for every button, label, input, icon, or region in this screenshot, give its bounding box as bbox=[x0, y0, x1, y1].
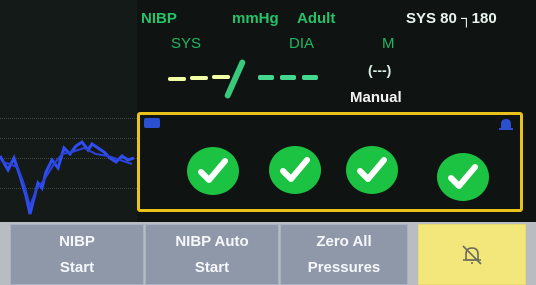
check-4 bbox=[437, 153, 489, 201]
alarm-silenced-icon bbox=[462, 244, 482, 265]
patient-type-label: Adult bbox=[297, 10, 336, 27]
nibp-start-button[interactable]: NIBP Start bbox=[10, 224, 144, 285]
alarm-bell-icon bbox=[499, 119, 513, 130]
dia-dash bbox=[280, 75, 296, 80]
checkmark-icon bbox=[357, 157, 387, 182]
zero-all-pressures-button[interactable]: Zero All Pressures bbox=[280, 224, 408, 285]
check-3 bbox=[346, 146, 398, 194]
grid-line bbox=[0, 118, 137, 119]
mean-label: M bbox=[382, 35, 395, 52]
check-1 bbox=[187, 147, 239, 195]
nibp-start-label-line2: Start bbox=[59, 258, 95, 276]
alarm-limits-label: SYS 80 ┐180 bbox=[406, 10, 497, 27]
sys-label: SYS bbox=[171, 35, 202, 52]
measurement-mode: Manual bbox=[350, 89, 402, 106]
nibp-auto-label-line2: Start bbox=[194, 258, 230, 276]
unit-label: mmHg bbox=[232, 10, 279, 27]
checkmark-icon bbox=[448, 164, 478, 189]
nibp-auto-label-line1: NIBP Auto bbox=[175, 232, 249, 250]
nibp-label: NIBP bbox=[141, 10, 177, 27]
status-check-panel bbox=[137, 112, 523, 212]
separator-slash bbox=[223, 58, 247, 100]
sys-dash bbox=[168, 77, 186, 81]
checkmark-icon bbox=[198, 158, 228, 183]
patient-icon bbox=[144, 118, 160, 128]
dia-dash bbox=[302, 75, 318, 80]
checkmark-icon bbox=[280, 157, 310, 182]
waveform-area bbox=[0, 0, 137, 222]
zero-label-line1: Zero All bbox=[316, 232, 372, 250]
zero-label-line2: Pressures bbox=[307, 258, 381, 276]
nibp-auto-start-button[interactable]: NIBP Auto Start bbox=[145, 224, 279, 285]
nibp-start-label-line1: NIBP bbox=[59, 232, 95, 250]
pressure-waveform bbox=[0, 139, 135, 215]
sys-dash bbox=[212, 75, 230, 79]
dia-dash bbox=[258, 75, 274, 80]
check-2 bbox=[269, 146, 321, 194]
sys-dash bbox=[190, 76, 208, 80]
alarm-silence-button[interactable] bbox=[418, 224, 526, 285]
monitor-screen: NIBP mmHg Adult SYS 80 ┐180 SYS DIA M (-… bbox=[0, 0, 536, 222]
dia-label: DIA bbox=[289, 35, 315, 52]
mean-value: (---) bbox=[368, 62, 392, 78]
